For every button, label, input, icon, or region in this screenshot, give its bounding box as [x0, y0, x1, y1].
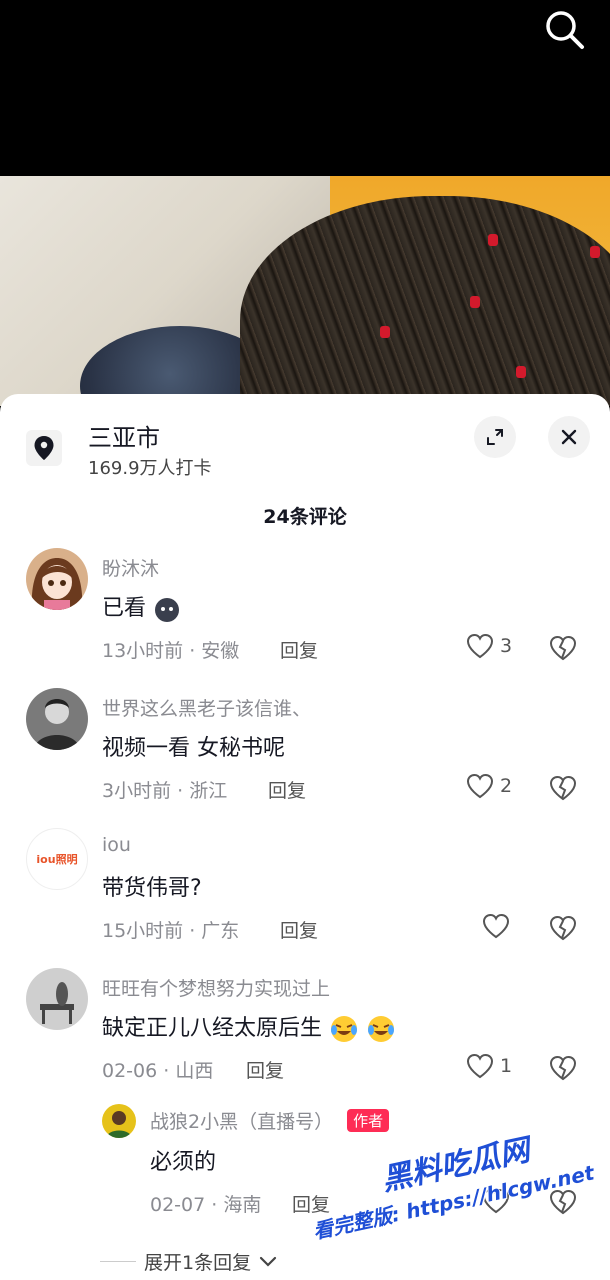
commenter-name[interactable]: 旺旺有个梦想努力实现过上 [102, 974, 330, 1001]
comment-meta: 3小时前 · 浙江 [102, 780, 228, 802]
avatar[interactable] [26, 968, 88, 1030]
dark-blob-emoji-icon [155, 598, 180, 622]
location-pin-icon [34, 436, 54, 460]
expand-button[interactable] [474, 416, 516, 458]
comment-text: 带货伟哥? [102, 876, 202, 901]
like-button[interactable]: 3 [466, 633, 512, 659]
expand-icon [487, 429, 503, 445]
like-count: 2 [500, 775, 513, 797]
like-count: 3 [500, 635, 513, 657]
expand-replies-label: 展开1条回复 [144, 1252, 252, 1274]
like-count: 1 [500, 1055, 513, 1077]
avatar-brand-text: iou照明 [36, 853, 78, 866]
video-frame[interactable] [0, 176, 610, 406]
broken-heart-icon [549, 635, 577, 661]
reply-button[interactable]: 回复 [246, 1056, 284, 1083]
reply-commenter-name: 战狼2小黑（直播号） 作者 [150, 1107, 390, 1134]
chevron-down-icon [259, 1256, 277, 1267]
top-bar [0, 0, 610, 176]
comment-text: 视频一看 女秘书呢 [102, 736, 285, 761]
comment-text: 缺定正儿八经太原后生 [102, 1010, 396, 1044]
comments-sheet: 三亚市 169.9万人打卡 24条评论 盼沐沐 已看 13小时前 · 安徽 回复… [0, 394, 610, 1280]
search-icon [546, 11, 584, 49]
dislike-button[interactable] [548, 1054, 578, 1084]
comment-text-content: 已看 [102, 596, 147, 621]
dislike-button[interactable] [548, 774, 578, 804]
expand-replies-button[interactable]: 展开1条回复 [100, 1248, 277, 1275]
avatar[interactable] [102, 1104, 136, 1138]
divider [100, 1261, 136, 1262]
comment-meta: 13小时前 · 安徽 [102, 640, 240, 662]
reply-button[interactable]: 回复 [268, 776, 306, 803]
author-badge: 作者 [347, 1109, 390, 1132]
comments-count: 24条评论 [263, 506, 347, 528]
reply-button[interactable]: 回复 [280, 636, 318, 663]
broken-heart-icon [549, 1055, 577, 1081]
location-name[interactable]: 三亚市 [88, 418, 160, 453]
like-button[interactable] [482, 913, 510, 939]
avatar[interactable] [26, 688, 88, 750]
close-button[interactable] [548, 416, 590, 458]
location-icon-box[interactable] [26, 430, 62, 466]
video-detail [516, 366, 526, 378]
laughing-tears-emoji-icon [368, 1016, 395, 1042]
avatar[interactable]: iou照明 [26, 828, 88, 890]
heart-icon [466, 1053, 494, 1079]
comment-meta: 15小时前 · 广东 [102, 920, 240, 942]
like-button[interactable]: 2 [466, 773, 512, 799]
commenter-name[interactable]: 世界这么黑老子该信谁、 [102, 694, 311, 721]
dislike-button[interactable] [548, 1188, 578, 1218]
video-detail [488, 234, 498, 246]
dislike-button[interactable] [548, 914, 578, 944]
heart-icon [466, 633, 494, 659]
heart-icon [482, 913, 510, 939]
laughing-tears-emoji-icon [331, 1016, 358, 1042]
dislike-button[interactable] [548, 634, 578, 664]
comment-meta: 02-06 · 山西 [102, 1060, 214, 1082]
reply-comment-meta: 02-07 · 海南 [150, 1194, 262, 1216]
reply-button[interactable]: 回复 [292, 1190, 330, 1217]
video-detail [380, 326, 390, 338]
broken-heart-icon [549, 915, 577, 941]
close-icon [561, 429, 577, 445]
search-button[interactable] [542, 6, 588, 52]
video-detail [590, 246, 600, 258]
reply-comment-text: 必须的 [150, 1150, 217, 1175]
avatar[interactable] [26, 548, 88, 610]
video-detail [470, 296, 480, 308]
reply-button[interactable]: 回复 [280, 916, 318, 943]
like-button[interactable]: 1 [466, 1053, 512, 1079]
heart-icon [482, 1188, 510, 1214]
commenter-name[interactable]: 盼沐沐 [102, 554, 159, 581]
broken-heart-icon [549, 1189, 577, 1215]
comment-text-content: 缺定正儿八经太原后生 [102, 1016, 323, 1041]
location-checkins: 169.9万人打卡 [88, 458, 212, 479]
reply-commenter-name-text[interactable]: 战狼2小黑（直播号） [150, 1111, 333, 1133]
like-button[interactable] [482, 1188, 510, 1214]
comment-text: 已看 [102, 590, 181, 623]
heart-icon [466, 773, 494, 799]
commenter-name[interactable]: iou [102, 834, 131, 856]
broken-heart-icon [549, 775, 577, 801]
